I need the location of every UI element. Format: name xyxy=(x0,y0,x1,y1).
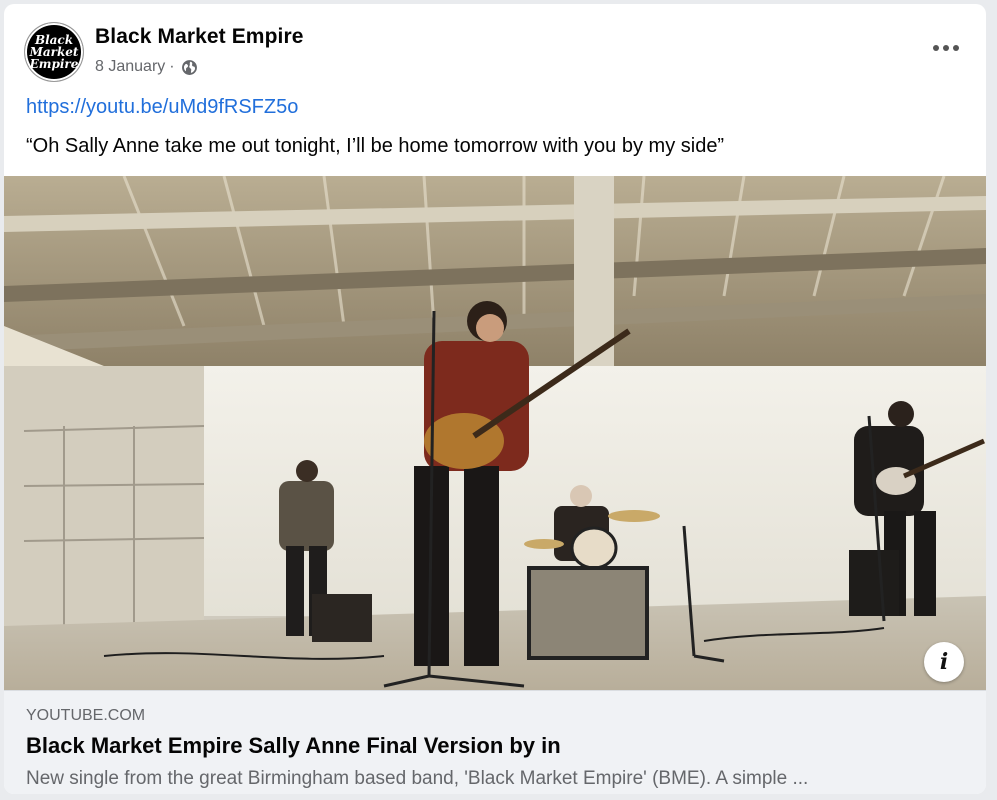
preview-domain: YOUTUBE.COM xyxy=(26,707,146,724)
more-options-dot xyxy=(943,45,949,51)
globe-icon[interactable] xyxy=(181,59,198,76)
more-options-dot xyxy=(953,45,959,51)
post-card: Black Market Empire Black Market Empire … xyxy=(4,4,986,794)
post-caption: “Oh Sally Anne take me out tonight, I’ll… xyxy=(26,135,725,157)
post-header: Black Market Empire Black Market Empire … xyxy=(4,4,986,92)
meta-separator: · xyxy=(169,58,175,75)
post-link[interactable]: https://youtu.be/uMd9fRSFZ5o xyxy=(26,96,298,119)
more-options-icon xyxy=(933,45,939,51)
author-name[interactable]: Black Market Empire xyxy=(95,25,304,49)
post-date[interactable]: 8 January xyxy=(95,58,165,76)
link-preview-image[interactable]: i xyxy=(4,176,986,690)
band-photo xyxy=(4,176,986,690)
avatar[interactable]: Black Market Empire xyxy=(25,23,83,81)
link-preview[interactable]: YOUTUBE.COM Black Market Empire Sally An… xyxy=(4,690,986,794)
avatar-text-line3: Empire xyxy=(29,57,79,71)
preview-description: New single from the great Birmingham bas… xyxy=(26,768,809,789)
post-meta: 8 January · xyxy=(95,58,198,76)
info-button[interactable]: i xyxy=(924,642,964,682)
preview-title[interactable]: Black Market Empire Sally Anne Final Ver… xyxy=(26,733,561,759)
more-options-button[interactable] xyxy=(928,36,964,60)
